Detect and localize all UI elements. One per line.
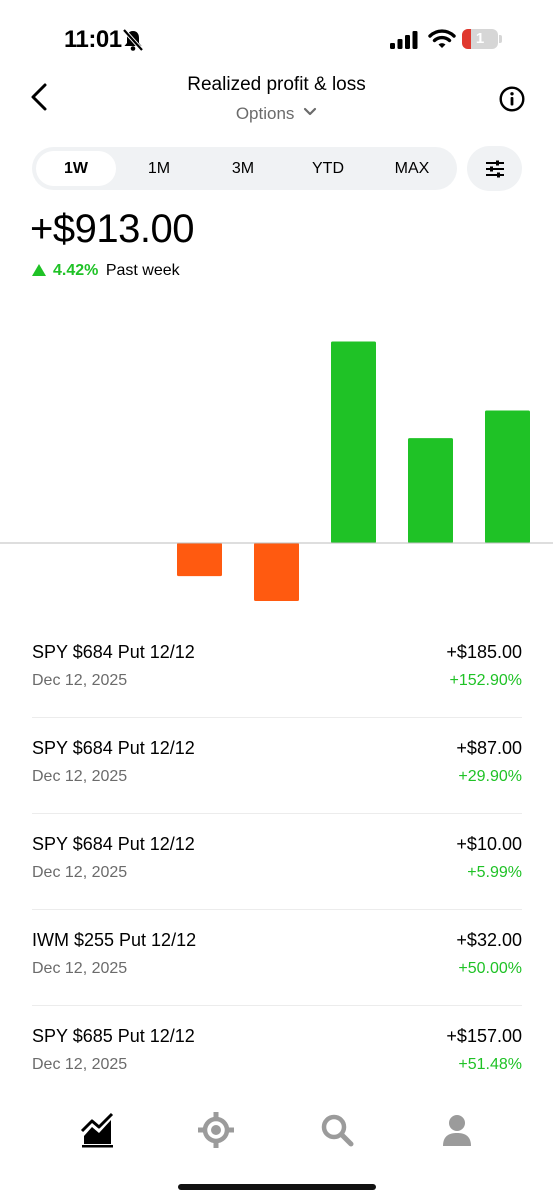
pnl-bar-chart[interactable] [0,290,553,620]
realized-amount: +$157.00 [446,1026,522,1046]
filter-button[interactable] [467,146,522,191]
transaction-date: Dec 12, 2025 [32,864,128,881]
account-icon[interactable] [437,1110,477,1150]
realized-percent: +51.48% [458,1056,522,1073]
transaction-row[interactable]: SPY $685 Put 12/12 Dec 12, 2025 +$157.00 +5… [32,1006,522,1102]
realized-percent: +5.99% [467,864,522,881]
tab-1m[interactable]: 1M [118,151,200,186]
asset-type-dropdown[interactable]: Options [0,104,553,124]
transaction-date: Dec 12, 2025 [32,768,128,785]
cellular-signal-icon [390,31,418,49]
transaction-date: Dec 12, 2025 [32,672,128,689]
tab-3m[interactable]: 3M [202,151,284,186]
battery-tip [499,35,502,43]
search-icon[interactable] [317,1110,357,1150]
realized-amount: +$185.00 [446,642,522,662]
option-contract-name: SPY $685 Put 12/12 [32,1026,195,1046]
chart-bar-5[interactable] [331,341,376,543]
realized-amount: +$10.00 [456,834,522,854]
tab-max[interactable]: MAX [371,151,453,186]
battery-level: 1 [475,30,485,47]
change-period: Past week [105,262,180,279]
bottom-nav [0,1098,553,1168]
transaction-row[interactable]: SPY $684 Put 12/12 Dec 12, 2025 +$185.00 +1… [32,622,522,718]
info-icon[interactable] [499,86,525,112]
total-realized-value: +$913.00 [30,207,194,251]
bell-off-icon [122,28,144,52]
chart-bar-4[interactable] [254,543,299,601]
battery-indicator: 1 [462,29,498,49]
home-indicator [178,1184,376,1190]
option-contract-name: SPY $684 Put 12/12 [32,642,195,662]
chart-bar-6[interactable] [408,438,453,543]
transaction-row[interactable]: SPY $684 Put 12/12 Dec 12, 2025 +$10.00 +5.… [32,814,522,910]
wifi-icon [428,29,456,48]
sliders-icon [486,160,504,178]
chart-bar-3[interactable] [177,543,222,577]
change-row: 4.42% Past week [32,262,180,280]
transaction-date: Dec 12, 2025 [32,1056,128,1073]
period-selector: 1W 1M 3M YTD MAX [32,147,457,190]
option-contract-name: SPY $684 Put 12/12 [32,738,195,758]
realized-amount: +$32.00 [456,930,522,950]
tab-1w[interactable]: 1W [36,151,116,186]
realized-percent: +152.90% [449,672,522,689]
up-triangle-icon [32,264,46,276]
status-time: 11:01 [64,26,122,53]
realized-percent: +50.00% [458,960,522,977]
realized-amount: +$87.00 [456,738,522,758]
transaction-row[interactable]: SPY $684 Put 12/12 Dec 12, 2025 +$87.00 +29… [32,718,522,814]
transaction-date: Dec 12, 2025 [32,960,128,977]
crypto-icon[interactable] [196,1110,236,1150]
option-contract-name: SPY $684 Put 12/12 [32,834,195,854]
page-title: Realized profit & loss [187,74,366,95]
transaction-row[interactable]: IWM $255 Put 12/12 Dec 12, 2025 +$32.00 +50… [32,910,522,1006]
investing-chart-icon[interactable] [78,1110,118,1150]
change-percent: 4.42% [53,262,99,279]
chevron-down-icon [304,107,317,116]
chart-bar-7[interactable] [485,410,530,543]
option-contract-name: IWM $255 Put 12/12 [32,930,197,950]
tab-ytd[interactable]: YTD [286,151,370,186]
realized-percent: +29.90% [458,768,522,785]
asset-type-label: Options [235,104,295,123]
